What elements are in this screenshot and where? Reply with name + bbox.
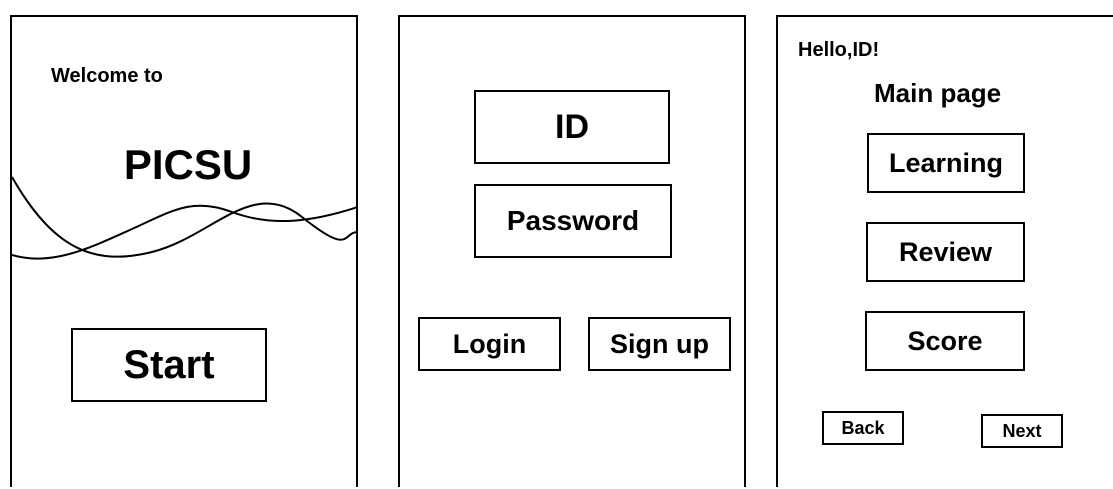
- wave-line-2: [12, 204, 358, 260]
- score-button[interactable]: Score: [865, 311, 1025, 371]
- id-input[interactable]: ID: [474, 90, 670, 164]
- welcome-text: Welcome to: [51, 65, 163, 87]
- main-page-screen: Hello,ID! Main page Learning Review Scor…: [776, 15, 1113, 487]
- greeting-text: Hello,ID!: [798, 39, 880, 61]
- password-input[interactable]: Password: [474, 184, 672, 258]
- review-button[interactable]: Review: [866, 222, 1025, 282]
- start-button[interactable]: Start: [71, 328, 267, 402]
- login-screen: ID Password Login Sign up: [398, 15, 746, 487]
- wave-line-1: [12, 176, 358, 258]
- wave-decoration: [12, 176, 358, 260]
- app-name-title: PICSU: [123, 141, 253, 188]
- next-button[interactable]: Next: [981, 414, 1063, 448]
- welcome-screen: Welcome to PICSU Start: [10, 15, 358, 487]
- login-button[interactable]: Login: [418, 317, 561, 371]
- learning-button[interactable]: Learning: [867, 133, 1025, 193]
- page-title: Main page: [874, 78, 1002, 108]
- back-button[interactable]: Back: [822, 411, 904, 445]
- signup-button[interactable]: Sign up: [588, 317, 731, 371]
